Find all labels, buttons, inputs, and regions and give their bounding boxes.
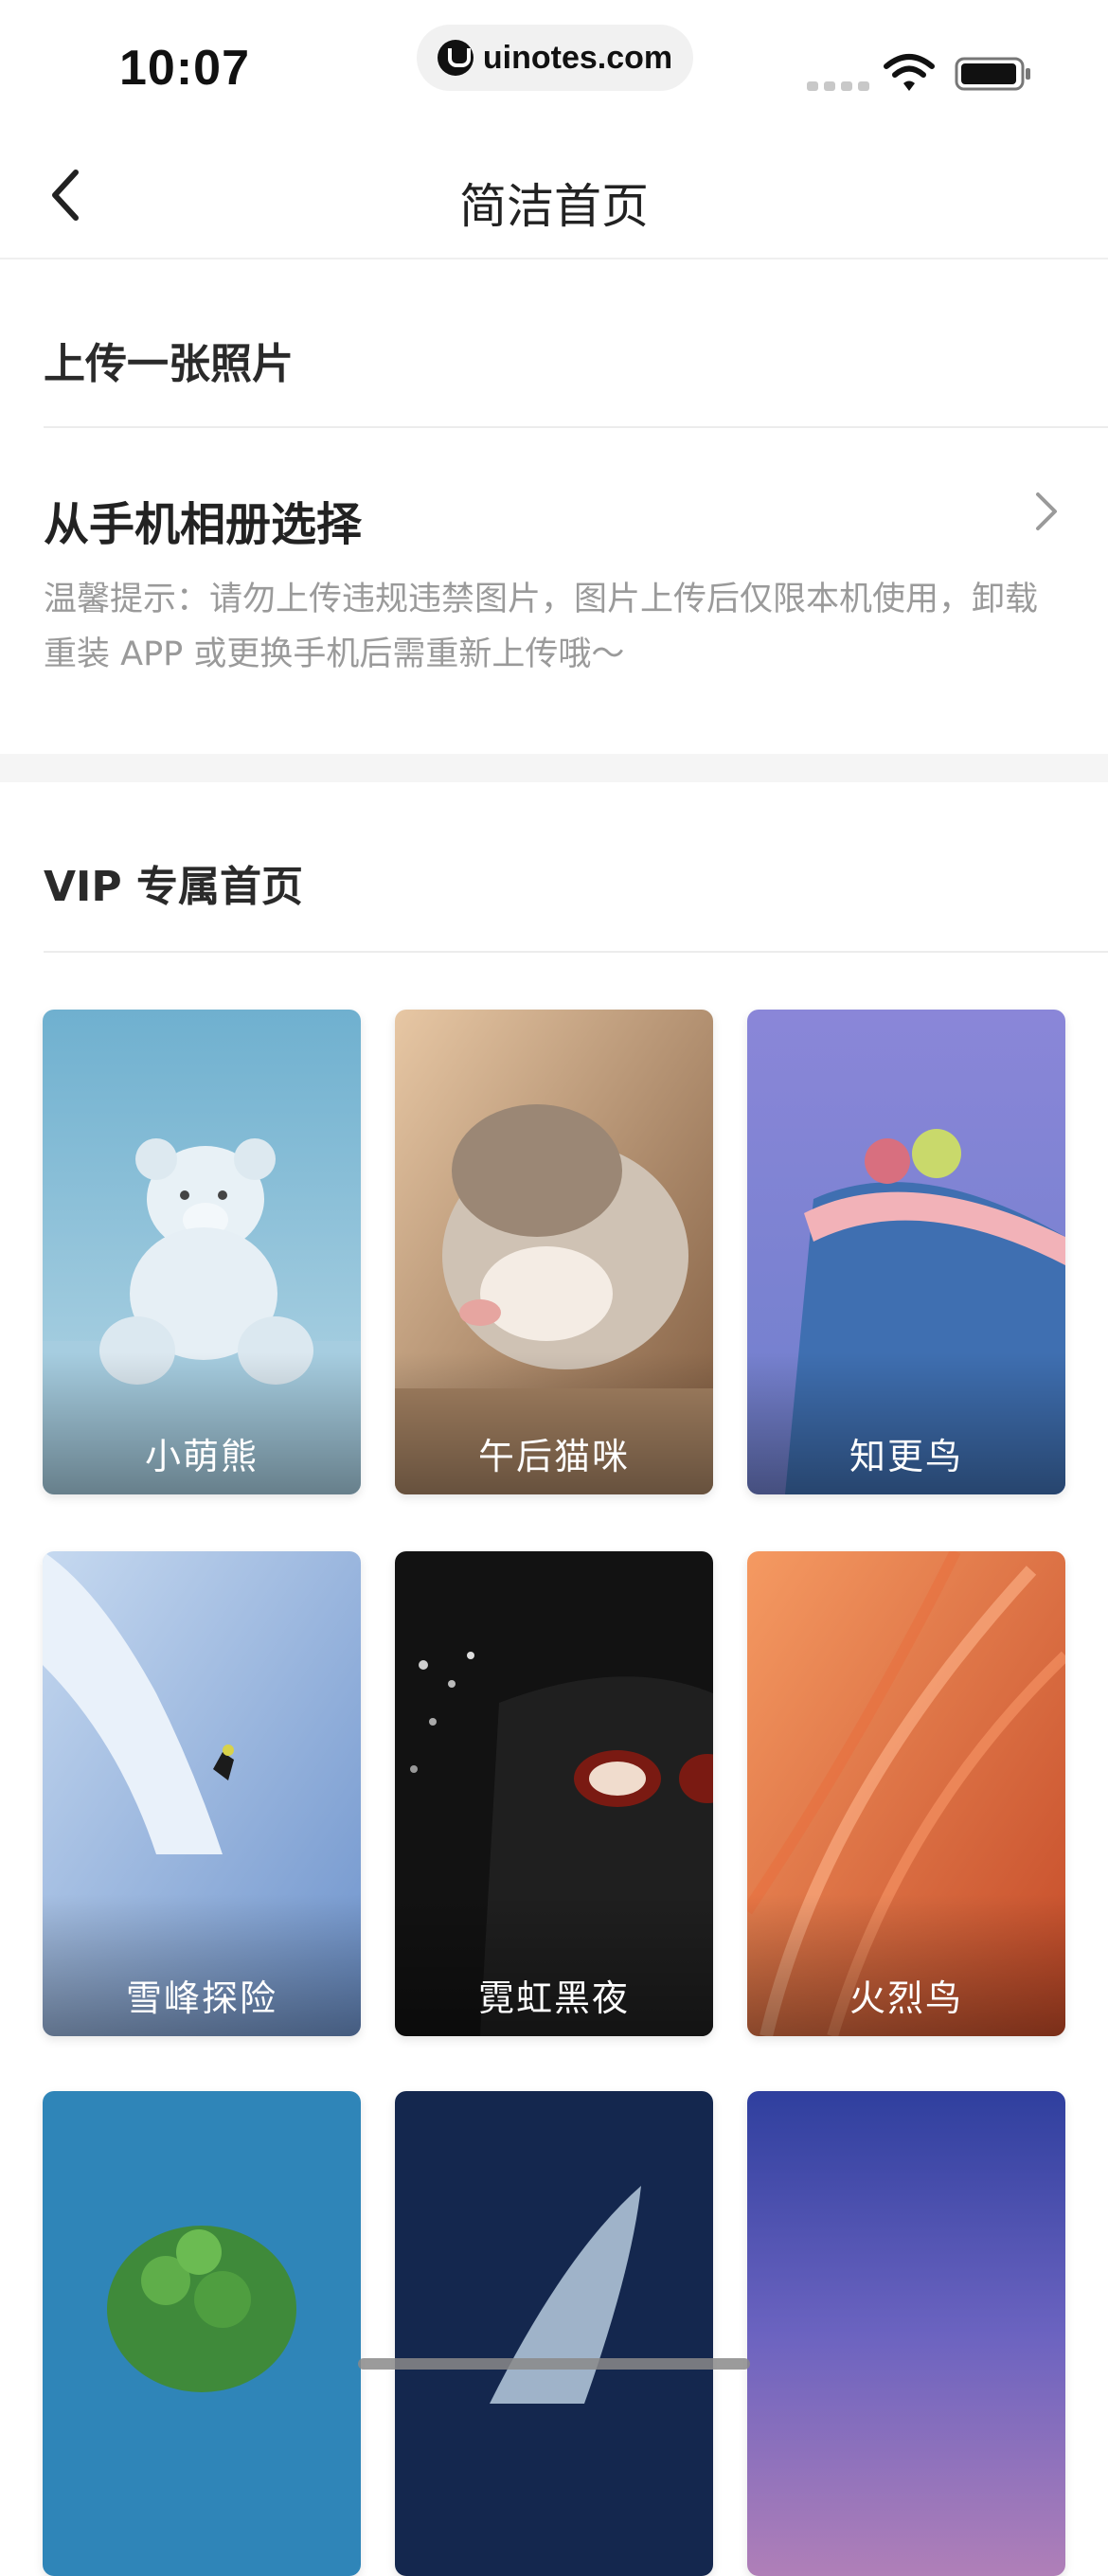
upload-tip: 温馨提示：请勿上传违规违禁图片，图片上传后仅限本机使用，卸载重装 APP 或更换… <box>44 581 1039 673</box>
nav-bar: 简洁首页 <box>0 133 1108 259</box>
home-indicator[interactable] <box>358 2358 750 2370</box>
theme-card-island[interactable] <box>43 2091 361 2576</box>
section-separator <box>0 754 1108 782</box>
theme-card-bear[interactable]: 小萌熊 <box>43 1010 361 1494</box>
theme-card-label: 霓虹黑夜 <box>477 1977 630 2019</box>
theme-card-cat[interactable]: 午后猫咪 <box>395 1010 713 1494</box>
vip-section-title: VIP 专属首页 <box>44 863 303 911</box>
status-time: 10:07 <box>119 41 250 96</box>
theme-card-robin[interactable]: 知更鸟 <box>747 1010 1065 1494</box>
theme-card-label: 火烈鸟 <box>849 1977 963 2019</box>
wifi-icon <box>884 54 935 91</box>
dusk-sky-image <box>747 2091 1065 2576</box>
divider <box>44 951 1108 953</box>
battery-icon <box>955 57 1030 91</box>
theme-card-label: 雪峰探险 <box>125 1977 277 2019</box>
choose-from-album-row[interactable]: 从手机相册选择 温馨提示：请勿上传违规违禁图片，图片上传后仅限本机使用，卸载重装… <box>0 428 1108 750</box>
site-logo-icon <box>437 40 474 76</box>
page-title: 简洁首页 <box>459 179 649 234</box>
album-row-label: 从手机相册选择 <box>44 498 363 551</box>
theme-card-snow[interactable]: 雪峰探险 <box>43 1551 361 2036</box>
theme-card-label: 午后猫咪 <box>477 1436 630 1477</box>
theme-card-label: 知更鸟 <box>849 1436 963 1477</box>
chevron-right-icon <box>1036 492 1057 530</box>
theme-card-flamingo[interactable]: 火烈鸟 <box>747 1551 1065 2036</box>
theme-card-whale[interactable] <box>395 2091 713 2576</box>
theme-card-dusk[interactable] <box>747 2091 1065 2576</box>
url-pill[interactable]: uinotes.com <box>417 25 693 91</box>
status-bar: 10:07 uinotes.com <box>0 0 1108 133</box>
url-text: uinotes.com <box>482 39 673 76</box>
signal-icon <box>807 81 869 91</box>
island-image <box>43 2091 361 2576</box>
upload-section-title: 上传一张照片 <box>44 340 294 388</box>
theme-card-neon-night[interactable]: 霓虹黑夜 <box>395 1551 713 2036</box>
theme-card-label: 小萌熊 <box>144 1436 259 1477</box>
whale-image <box>395 2091 713 2576</box>
